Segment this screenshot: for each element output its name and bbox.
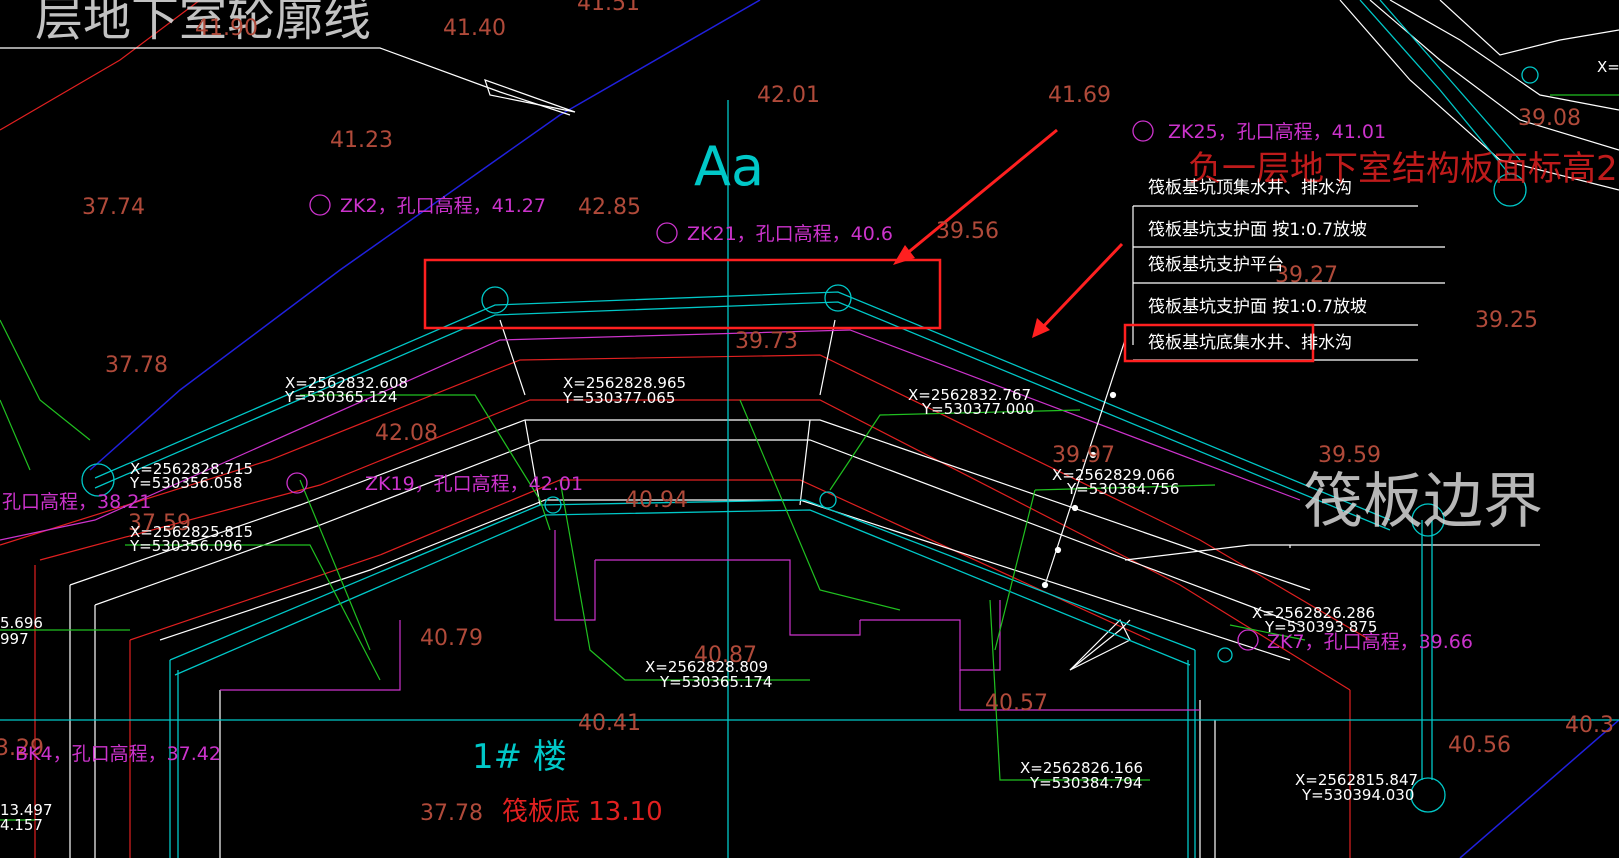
coordinate-y: Y=530393.875 [1264,618,1377,636]
elevation-label: 39.73 [735,329,798,354]
elevation-label: 42.01 [757,83,820,108]
elevation-label: 40.57 [985,691,1048,716]
elevation-label: 39.08 [1518,106,1581,131]
elevation-label: 39.56 [936,219,999,244]
raft-boundary-label: 筏板边界 [1303,467,1543,537]
edge-value: X= [1597,58,1619,76]
blue-boundary-lines [89,0,1619,858]
annotation-arrows [893,128,1124,338]
legend-item: 筏板基坑支护面 按1:0.7放坡 [1148,220,1367,240]
edge-value: 997 [0,630,29,648]
elevation-label: 41.51 [577,0,640,16]
coordinate-y: Y=530377.065 [562,389,675,407]
elevation-label: 39.97 [1052,443,1115,468]
coordinate-y: Y=530384.794 [1029,774,1142,792]
elevation-label: 40.3 [1565,713,1614,738]
elevation-label: 41.69 [1048,83,1111,108]
highlight-box-top [423,258,942,330]
elevation-label: 40.41 [578,711,641,736]
elevation-label: 41.90 [195,16,258,41]
elevation-label: 40.94 [625,488,688,513]
coordinate-y: Y=530384.756 [1066,480,1179,498]
coordinate-y: Y=530356.096 [129,537,242,555]
borehole-label: ZK2，孔口高程，41.27 [340,195,546,217]
elevation-label: 42.08 [375,421,438,446]
raft-bottom-label: 筏板底 13.10 [502,797,663,827]
red-lines [0,0,1371,858]
cad-drawing-canvas[interactable]: 层地下室轮廓线 Aa 负一层地下室结构板面标高22.58 筏板边界 1# 楼 筏… [0,0,1619,858]
elevation-label: 40.79 [420,626,483,651]
legend-item: 筏板基坑支护平台 [1148,255,1284,275]
elevation-label: 37.78 [420,801,483,826]
building-label: 1# 楼 [472,737,567,777]
borehole-label: ZK21，孔口高程，40.6 [687,223,893,245]
borehole-label: ZK19，孔口高程，42.01 [365,473,583,495]
elevation-label: 39.27 [1275,263,1338,288]
axis-label: Aa [694,135,764,198]
elevation-label: 41.23 [330,128,393,153]
elevation-label: 42.85 [578,195,641,220]
coordinate-y: Y=530356.058 [129,474,242,492]
elevation-label: 37.78 [105,353,168,378]
red-arrow-2 [1038,242,1124,332]
legend-item: 筏板基坑底集水井、排水沟 [1148,333,1352,353]
elevation-label: 39.59 [1318,443,1381,468]
borehole-label: BK4，孔口高程，37.42 [15,743,221,765]
elevation-label: 41.40 [443,16,506,41]
legend-item: 筏板基坑顶集水井、排水沟 [1148,178,1352,198]
elevation-label: 40.56 [1448,733,1511,758]
borehole-label: 孔口高程，38.21 [2,491,151,513]
elevation-label: 39.25 [1475,308,1538,333]
legend-item: 筏板基坑支护面 按1:0.7放坡 [1148,297,1367,317]
elevation-label: 37.74 [82,195,145,220]
coordinate-y: Y=530365.124 [284,388,397,406]
coordinate-y: Y=530365.174 [659,673,772,691]
borehole-label: ZK25，孔口高程，41.01 [1168,121,1386,143]
edge-value: 4.157 [0,816,43,834]
coordinate-y: Y=530394.030 [1301,786,1414,804]
coordinate-y: Y=530377.000 [921,400,1034,418]
